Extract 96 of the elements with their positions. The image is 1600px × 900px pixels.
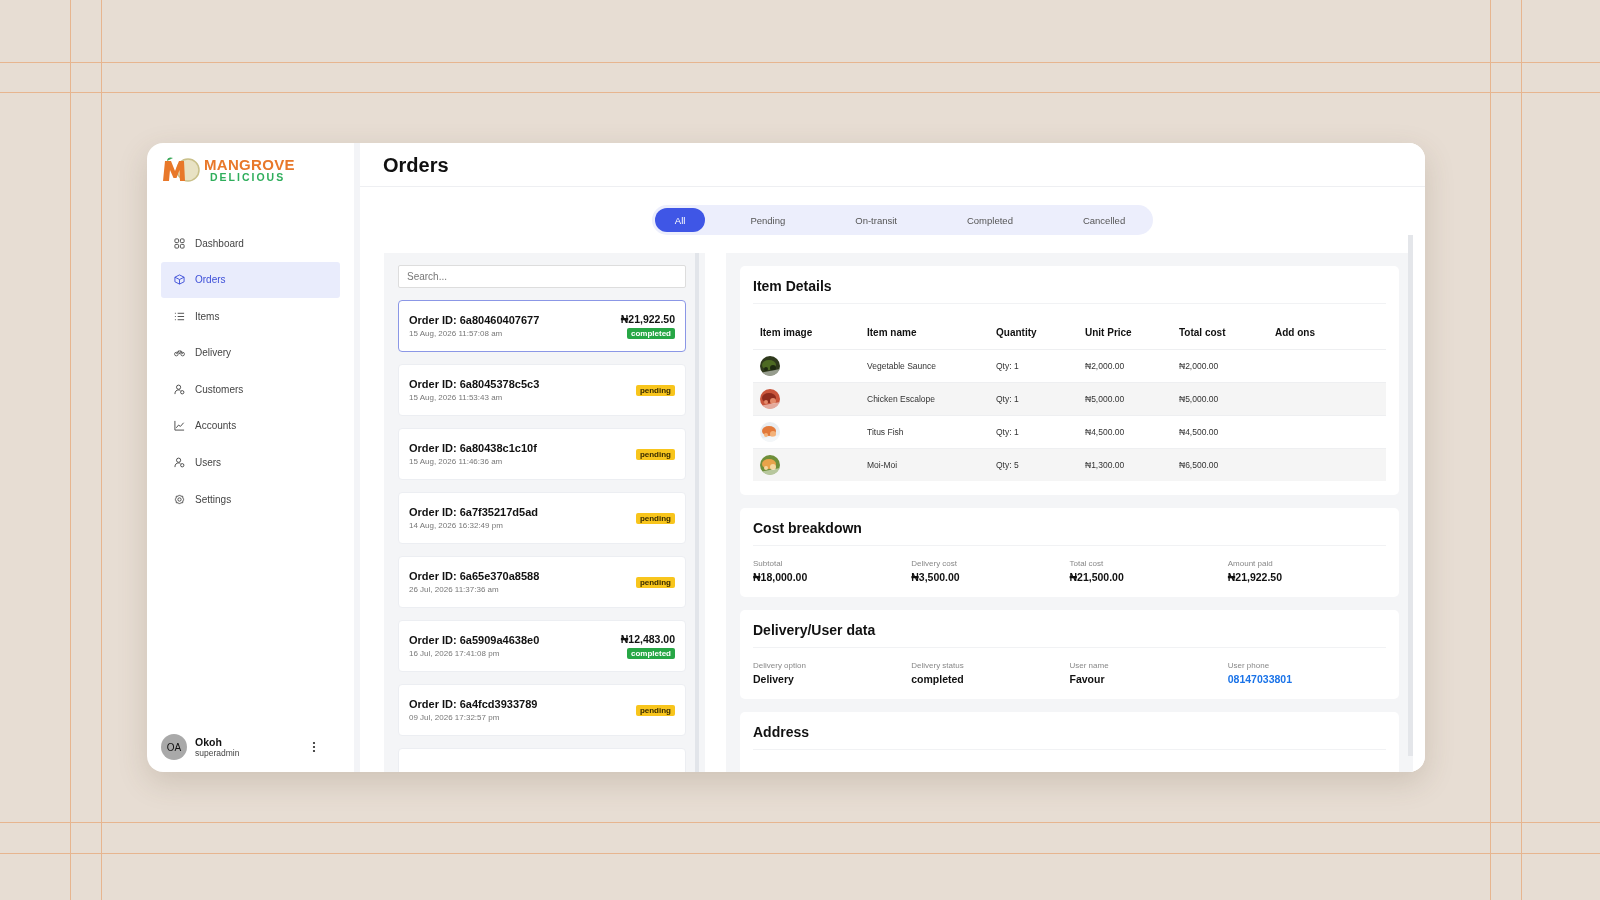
- field-label: Delivery status: [911, 661, 965, 670]
- status-badge: pending: [635, 448, 675, 460]
- more-icon[interactable]: [312, 741, 316, 753]
- table-cell: ₦5,000.00: [1172, 382, 1268, 416]
- box-icon: [174, 274, 185, 286]
- table-cell: Chicken Escalope: [860, 382, 989, 416]
- filter-tab[interactable]: Pending: [725, 208, 811, 232]
- field-value: ₦21,500.00: [1069, 571, 1125, 583]
- table-cell: Moi-Moi: [860, 448, 989, 481]
- field-value: Favour: [1069, 673, 1106, 685]
- field-value: Delivery: [753, 673, 795, 685]
- sidebar-item[interactable]: Accounts: [161, 407, 340, 444]
- user-icon: [174, 457, 185, 469]
- section-title: Delivery/User data: [753, 610, 1386, 648]
- field-value: completed: [911, 673, 965, 685]
- sidebar-item[interactable]: Items: [161, 298, 340, 335]
- status-badge: pending: [635, 576, 675, 588]
- order-date: 14 Aug, 2026 16:32:49 pm: [409, 521, 504, 530]
- sidebar-item[interactable]: Customers: [161, 371, 340, 408]
- order-id: Order ID: 6a65e370a8588: [409, 570, 540, 582]
- order-card[interactable]: Order ID: 6a5909a4638e0 16 Jul, 2026 17:41:08 pm ₦12,483.00 completed: [398, 620, 686, 672]
- user-icon: [174, 383, 185, 395]
- order-date: 09 Jul, 2026 17:32:57 pm: [409, 713, 501, 722]
- order-card[interactable]: Order ID: 6a65e370a8588 26 Jul, 2026 11:37:36 am pending: [398, 556, 686, 608]
- bicycle-icon: [174, 347, 185, 359]
- field-label: Amount paid: [1227, 559, 1274, 568]
- list-icon: [174, 310, 185, 322]
- section-title: Address: [753, 712, 1386, 750]
- sidebar-item[interactable]: Orders: [161, 261, 340, 298]
- filter-tab[interactable]: On-transit: [830, 208, 922, 232]
- order-id: Order ID: 6a8045378c5c3: [409, 378, 540, 390]
- order-date: 15 Aug, 2026 11:46:36 am: [409, 457, 504, 466]
- field-label: User phone: [1227, 661, 1271, 670]
- logo-icon: [161, 157, 201, 183]
- table-cell: ₦1,300.00: [1078, 448, 1172, 481]
- field-label: Total cost: [1069, 559, 1105, 568]
- page-title: Orders: [360, 143, 1425, 187]
- order-amount: ₦21,922.50: [620, 313, 675, 325]
- status-badge: completed: [627, 648, 675, 659]
- field-value: ₦3,500.00: [911, 571, 961, 583]
- order-amount: ₦12,483.00: [620, 633, 675, 645]
- status-badge: completed: [627, 328, 675, 339]
- field-label: Delivery cost: [911, 559, 959, 568]
- user-role: superadmin: [195, 748, 240, 758]
- sidebar-item[interactable]: Settings: [161, 481, 340, 518]
- table-cell: Qty: 1: [989, 382, 1078, 416]
- column-header: Total cost: [1172, 316, 1268, 350]
- field-label: Subtotal: [753, 559, 784, 568]
- column-header: Item name: [860, 316, 989, 350]
- order-date: 26 Jul, 2026 11:37:36 am: [409, 585, 500, 594]
- order-card[interactable]: Order ID: 6a80438c1c10f 15 Aug, 2026 11:46:36 am pending: [398, 428, 686, 480]
- phone-link[interactable]: 08147033801: [1227, 673, 1386, 685]
- filter-tab[interactable]: All: [654, 208, 706, 232]
- chart-icon: [174, 420, 185, 432]
- order-id: Order ID: 6a4fcd3933789: [409, 698, 538, 710]
- order-id: Order ID: 6a5909a4638e0: [409, 634, 540, 646]
- section-title: Item Details: [753, 266, 1386, 304]
- filter-tab[interactable]: Completed: [941, 208, 1038, 232]
- sidebar-item[interactable]: Delivery: [161, 334, 340, 371]
- order-date: 15 Aug, 2026 11:57:08 am: [409, 329, 504, 338]
- column-header: Unit Price: [1078, 316, 1172, 350]
- brand-name: MANGROVE: [204, 157, 295, 173]
- order-id: Order ID: 6a7f35217d5ad: [409, 506, 538, 518]
- status-badge: pending: [635, 704, 675, 716]
- order-card[interactable]: Order ID: 6a80460407677 15 Aug, 2026 11:57:08 am ₦21,922.50 completed: [398, 300, 686, 352]
- field-value: ₦21,922.50: [1227, 571, 1284, 583]
- order-id: Order ID: 6a80438c1c10f: [409, 442, 537, 454]
- field-label: Delivery option: [753, 661, 807, 670]
- sidebar-item[interactable]: Dashboard: [161, 225, 340, 261]
- column-header: Add ons: [1268, 316, 1386, 350]
- table-cell: Qty: 5: [989, 448, 1078, 481]
- table-cell: ₦5,000.00: [1078, 382, 1172, 416]
- order-card[interactable]: Order ID: 6a4fcd3933789 09 Jul, 2026 17:32:57 pm pending: [398, 684, 686, 736]
- order-date: 15 Aug, 2026 11:53:43 am: [409, 393, 504, 402]
- column-header: Quantity: [989, 316, 1078, 350]
- grid-icon: [174, 237, 185, 249]
- section-title: Cost breakdown: [753, 508, 1386, 546]
- order-card[interactable]: Order ID: 6a8045378c5c3 15 Aug, 2026 11:53:43 am pending: [398, 364, 686, 416]
- scrollbar[interactable]: [1408, 235, 1413, 756]
- status-badge: pending: [635, 384, 675, 396]
- order-date: 16 Jul, 2026 17:41:08 pm: [409, 649, 501, 658]
- filter-tab[interactable]: Cancelled: [1057, 208, 1151, 232]
- order-id: Order ID: 6a80460407677: [409, 314, 540, 326]
- status-badge: pending: [635, 512, 675, 524]
- search-field[interactable]: Search...: [398, 265, 686, 288]
- field-label: User name: [1069, 661, 1110, 670]
- field-value: ₦18,000.00: [753, 571, 809, 583]
- table-cell: ₦6,500.00: [1172, 448, 1268, 481]
- brand-tagline: DELICIOUS: [209, 172, 287, 183]
- user-avatar: OA: [161, 734, 187, 760]
- order-card[interactable]: Order ID: 6a7f35217d5ad 14 Aug, 2026 16:32:49 pm pending: [398, 492, 686, 544]
- user-name: Okoh: [195, 736, 223, 748]
- settings-icon: [174, 493, 185, 505]
- sidebar-item[interactable]: Users: [161, 444, 340, 481]
- order-card[interactable]: [398, 748, 686, 772]
- column-header: Item image: [753, 316, 860, 350]
